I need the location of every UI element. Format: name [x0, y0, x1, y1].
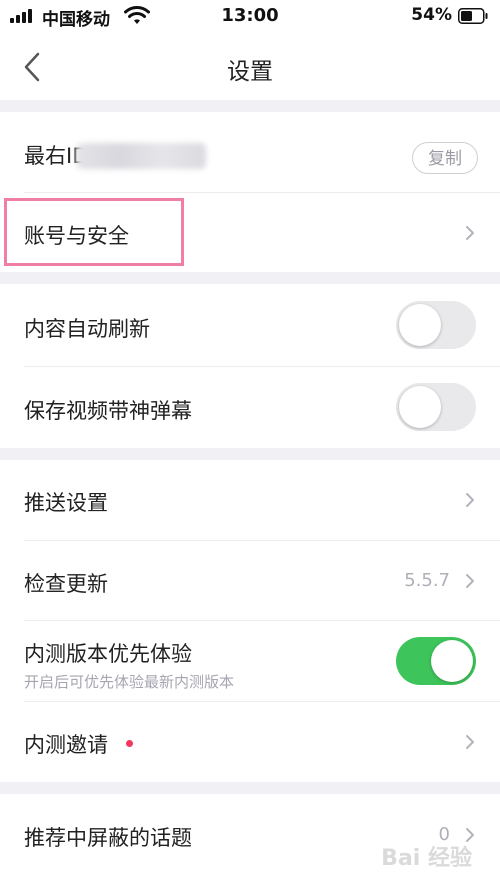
toggle-knob: [399, 386, 441, 428]
section-gap: [0, 272, 500, 284]
account-id-value-blurred: [76, 143, 206, 169]
chevron-right-icon: [466, 735, 474, 749]
account-security-label: 账号与安全: [24, 224, 129, 248]
auto-refresh-toggle[interactable]: [396, 301, 476, 349]
toggle-knob: [399, 304, 441, 346]
beta-experience-row: 内测版本优先体验 开启后可优先体验最新内测版本: [0, 621, 500, 701]
copy-button[interactable]: 复制: [412, 142, 478, 174]
beta-experience-subtitle: 开启后可优先体验最新内测版本: [24, 673, 235, 691]
nav-bar: 设置: [0, 34, 500, 100]
push-settings-label: 推送设置: [24, 491, 108, 515]
chevron-right-icon: [466, 574, 474, 588]
version-value: 5.5.7: [404, 570, 450, 591]
check-update-row[interactable]: 检查更新 5.5.7: [0, 541, 500, 620]
push-settings-row[interactable]: 推送设置: [0, 460, 500, 540]
beta-invite-label: 内测邀请: [24, 733, 108, 757]
auto-refresh-label: 内容自动刷新: [24, 317, 150, 341]
notification-dot: [126, 740, 133, 747]
status-bar: 中国移动 13:00 54%: [0, 0, 500, 34]
save-video-danmaku-row: 保存视频带神弹幕: [0, 367, 500, 448]
auto-refresh-row: 内容自动刷新: [0, 284, 500, 366]
chevron-right-icon: [466, 226, 474, 240]
beta-experience-toggle[interactable]: [396, 637, 476, 685]
toggle-knob: [431, 640, 473, 682]
battery-icon: [458, 8, 488, 24]
page-title: 设置: [227, 59, 273, 85]
beta-experience-label: 内测版本优先体验: [24, 642, 192, 666]
section-gap: [0, 448, 500, 460]
account-id-row: 最右ID 复制: [0, 112, 500, 192]
check-update-label: 检查更新: [24, 572, 108, 596]
blocked-topics-label: 推荐中屏蔽的话题: [24, 826, 192, 850]
beta-invite-row[interactable]: 内测邀请: [0, 702, 500, 782]
save-video-danmaku-toggle[interactable]: [396, 383, 476, 431]
save-video-danmaku-label: 保存视频带神弹幕: [24, 399, 192, 423]
account-security-row[interactable]: 账号与安全: [0, 193, 500, 272]
watermark: Bai 经验: [381, 846, 472, 871]
section-gap: [0, 100, 500, 112]
section-gap: [0, 782, 500, 794]
battery-percent: 54%: [411, 5, 452, 25]
chevron-right-icon: [466, 493, 474, 507]
